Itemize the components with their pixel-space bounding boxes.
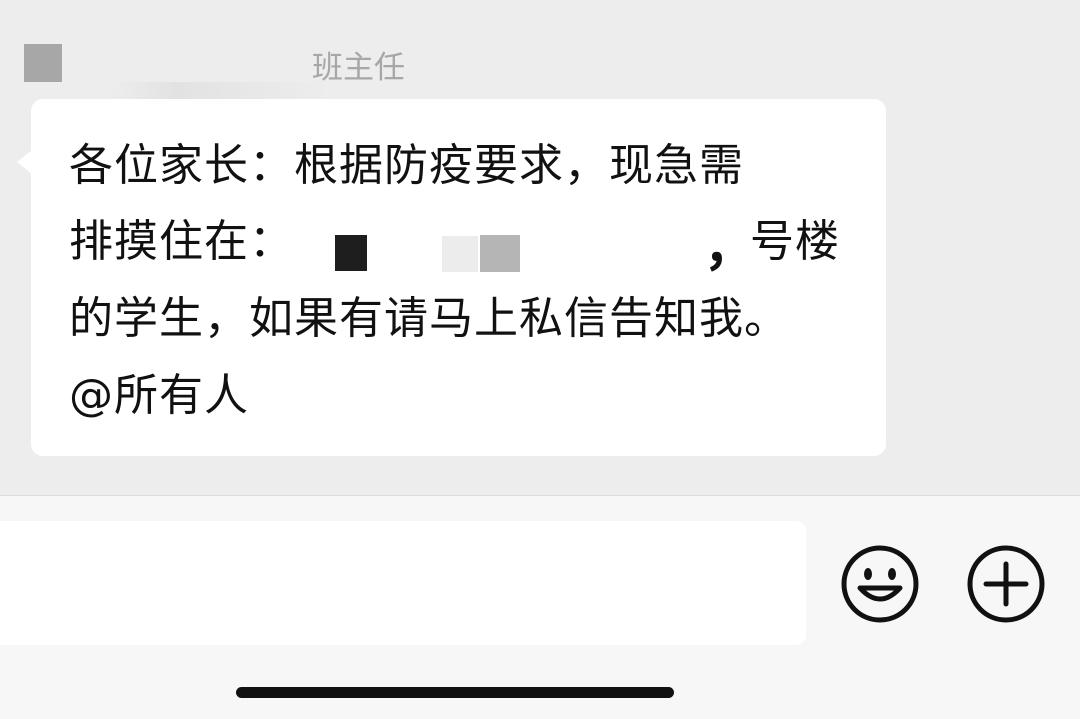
message-mention-all[interactable]: @所有人 <box>69 370 249 422</box>
chat-area: 班主任 各位家长：根据防疫要求，现急需 排摸住在： ， 号楼 的学生，如果有请马… <box>0 0 1080 496</box>
message-bubble-tail <box>17 150 32 174</box>
message-line-3: 的学生，如果有请马上私信告知我。 <box>69 293 789 344</box>
sender-avatar[interactable] <box>24 44 62 82</box>
message-line-2-end: 号楼 <box>750 216 840 267</box>
address-mosaic-light <box>442 236 478 272</box>
smiley-face-icon[interactable] <box>840 544 920 624</box>
sender-name: 班主任 <box>312 50 405 86</box>
address-mosaic-gray <box>480 235 520 272</box>
plus-circle-icon[interactable] <box>966 544 1046 624</box>
address-mosaic-dark <box>335 235 367 271</box>
message-line-1: 各位家长：根据防疫要求，现急需 <box>69 140 744 191</box>
address-comma: ， <box>704 218 757 278</box>
home-indicator[interactable] <box>236 687 674 698</box>
message-input[interactable] <box>0 521 806 645</box>
message-line-2-start: 排摸住在： <box>69 216 294 267</box>
